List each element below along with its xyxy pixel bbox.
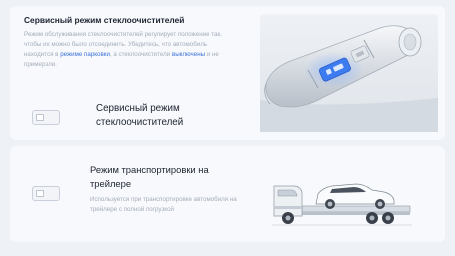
wiper-service-card: Сервисный режим стеклоочистителей Режим … <box>10 6 445 140</box>
wiper-service-toggle[interactable] <box>32 110 60 125</box>
wiper-desc-text-3: , а стеклоочистители <box>109 51 171 58</box>
wiper-stalk-illustration <box>260 14 438 132</box>
wipers-off-link[interactable]: выключены <box>172 51 205 58</box>
tow-truck-illustration <box>272 183 412 226</box>
transport-mode-title: Режим транспортировки на трейлере <box>90 164 209 189</box>
wiper-service-title: Сервисный режим стеклоочистителей <box>24 15 185 25</box>
wiper-desc-text-2: находится в <box>24 51 59 58</box>
transport-mode-card: Режим транспортировки на трейлере Исполь… <box>10 146 445 242</box>
parking-mode-link[interactable]: режиме парковки <box>60 51 110 58</box>
transport-mode-description: Используется при транспортировке автомоб… <box>90 196 237 213</box>
wiper-service-toggle-label: Сервисный режим стеклоочистителей <box>96 103 184 128</box>
wiper-desc-text-1: Режим обслуживания стеклоочистителей рег… <box>24 31 222 48</box>
transport-mode-toggle[interactable] <box>32 186 60 201</box>
toggle-knob <box>36 114 44 121</box>
wiper-service-description: Режим обслуживания стеклоочистителей рег… <box>24 30 238 70</box>
toggle-knob <box>36 190 44 197</box>
